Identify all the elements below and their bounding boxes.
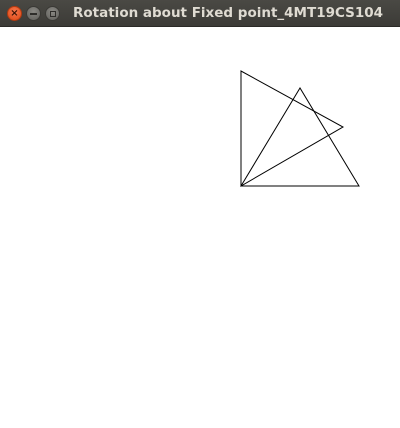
drawing-surface	[240, 70, 360, 187]
close-icon[interactable]: ×	[7, 6, 22, 21]
original-triangle	[240, 87, 360, 187]
maximize-glyph	[49, 10, 56, 17]
maximize-icon[interactable]	[45, 6, 60, 21]
title-bar[interactable]: × Rotation about Fixed point_4MT19CS104	[0, 0, 400, 27]
rotated-triangle	[240, 70, 345, 187]
minimize-glyph	[30, 12, 37, 15]
drawing-canvas	[0, 27, 400, 428]
app-window: × Rotation about Fixed point_4MT19CS104	[0, 0, 400, 428]
window-title: Rotation about Fixed point_4MT19CS104	[73, 5, 384, 21]
minimize-icon[interactable]	[26, 6, 41, 21]
